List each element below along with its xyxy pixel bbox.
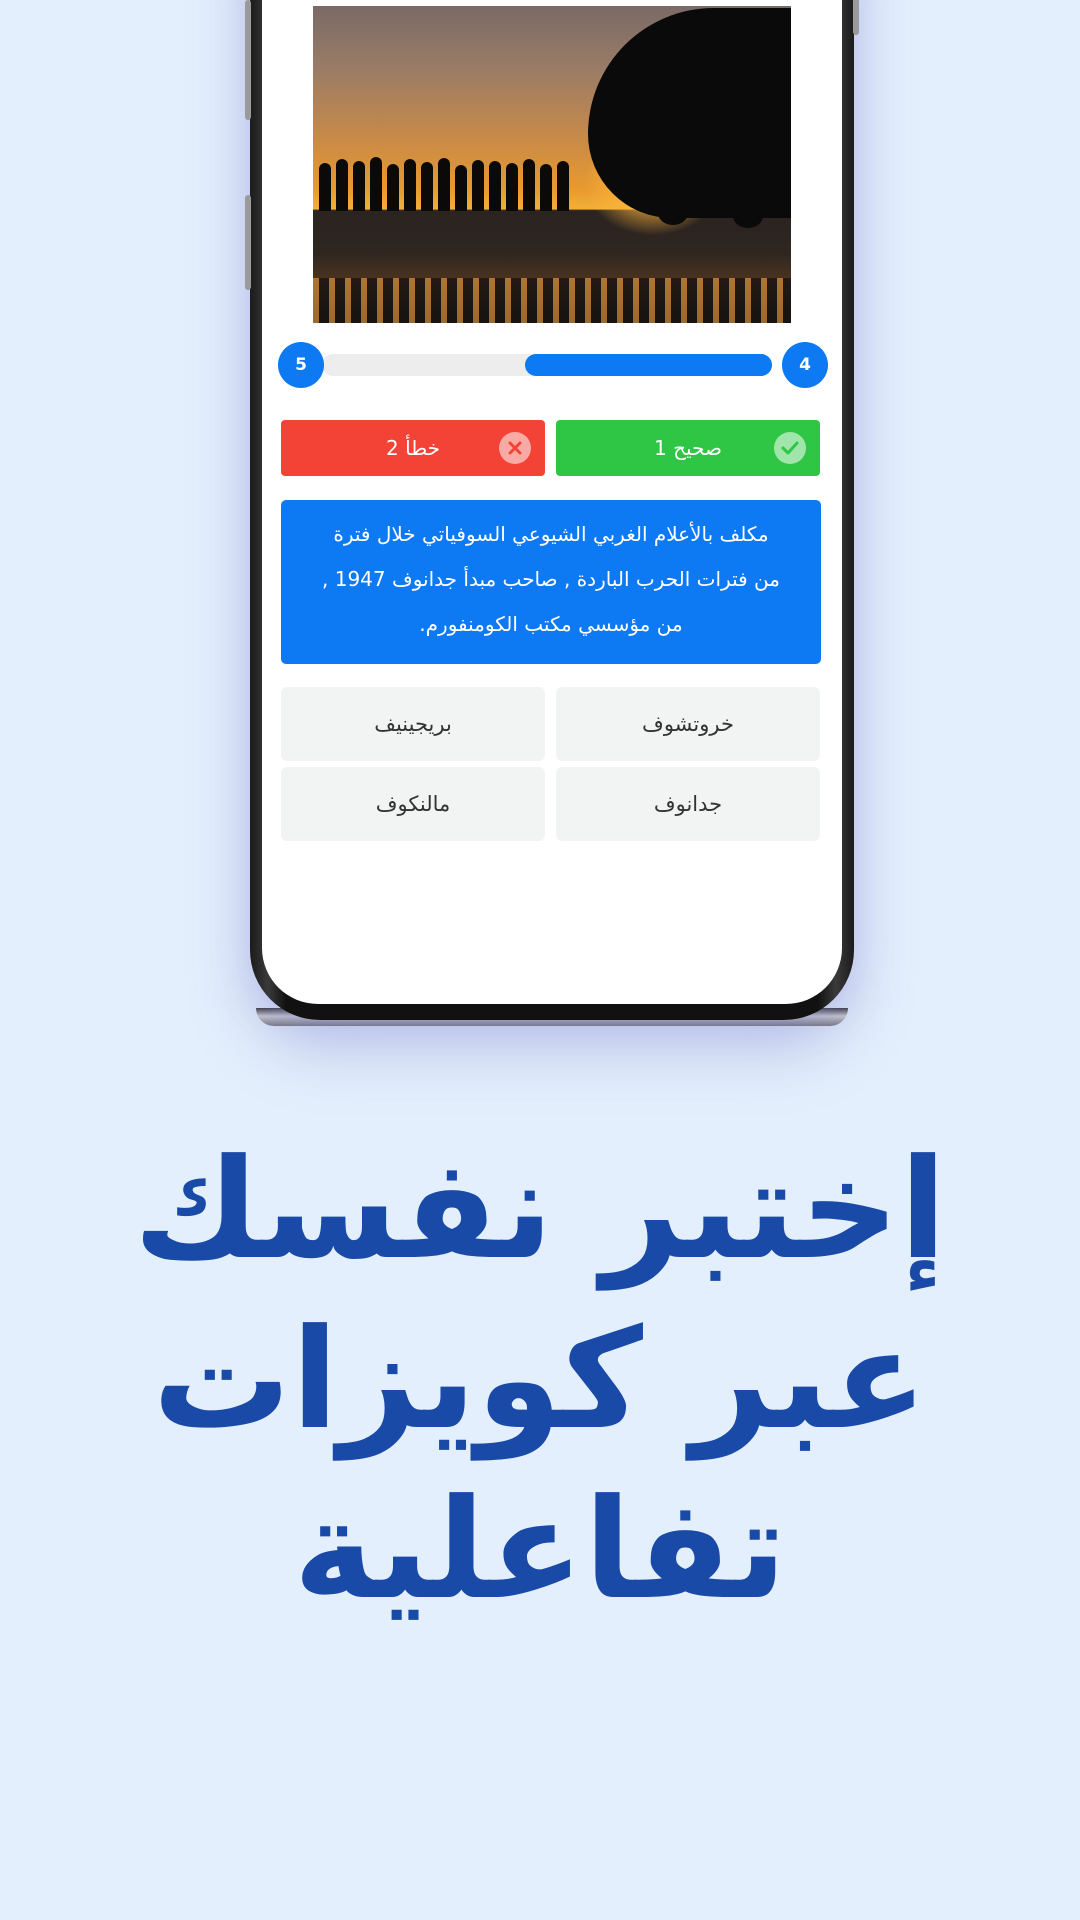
landing-gear	[658, 201, 688, 225]
side-button	[245, 195, 251, 290]
headline-line: عبر كويزات	[152, 1299, 928, 1460]
question-image	[313, 6, 791, 323]
phone-bottom-rim	[256, 1008, 848, 1026]
question-line: من مؤسسي مكتب الكومنفورم.	[419, 612, 683, 636]
answer-option[interactable]: خروتشوف	[556, 687, 820, 761]
x-circle-icon	[499, 432, 531, 464]
progress-current: 4	[782, 342, 828, 388]
headline-line: إختبر نفسك	[133, 1129, 947, 1290]
question-line: مكلف بالأعلام الغربي الشيوعي السوفياتي خ…	[333, 522, 769, 546]
correct-count-label: 1 صحيح	[654, 436, 722, 460]
wrong-count-label: 2 خطأ	[386, 436, 440, 460]
progress-total: 5	[278, 342, 324, 388]
question-line: من فترات الحرب الباردة , صاحب مبدأ جدانو…	[322, 567, 780, 591]
power-button	[853, 0, 859, 35]
landing-gear	[733, 204, 763, 228]
wrong-count-badge: 2 خطأ	[281, 420, 545, 476]
answer-option[interactable]: جدانوف	[556, 767, 820, 841]
check-circle-icon	[774, 432, 806, 464]
soldiers-silhouette	[313, 146, 649, 211]
answer-option[interactable]: بريجينيف	[281, 687, 545, 761]
volume-button	[245, 0, 251, 120]
question-text-box: مكلف بالأعلام الغربي الشيوعي السوفياتي خ…	[281, 500, 821, 664]
headline-line: تفاعلية	[293, 1469, 787, 1630]
correct-count-badge: 1 صحيح	[556, 420, 820, 476]
answer-option[interactable]: مالنكوف	[281, 767, 545, 841]
progress-fill	[524, 354, 772, 376]
water-reflection	[313, 278, 791, 323]
progress-track	[322, 354, 772, 376]
quiz-screen: 5 4 2 خطأ 1 صحيح مكلف بالأعلام الغربي ال…	[262, 0, 842, 1004]
phone-mockup: 5 4 2 خطأ 1 صحيح مكلف بالأعلام الغربي ال…	[245, 0, 859, 1026]
promo-headline: إختبر نفسك عبر كويزات تفاعلية	[0, 1125, 1080, 1635]
